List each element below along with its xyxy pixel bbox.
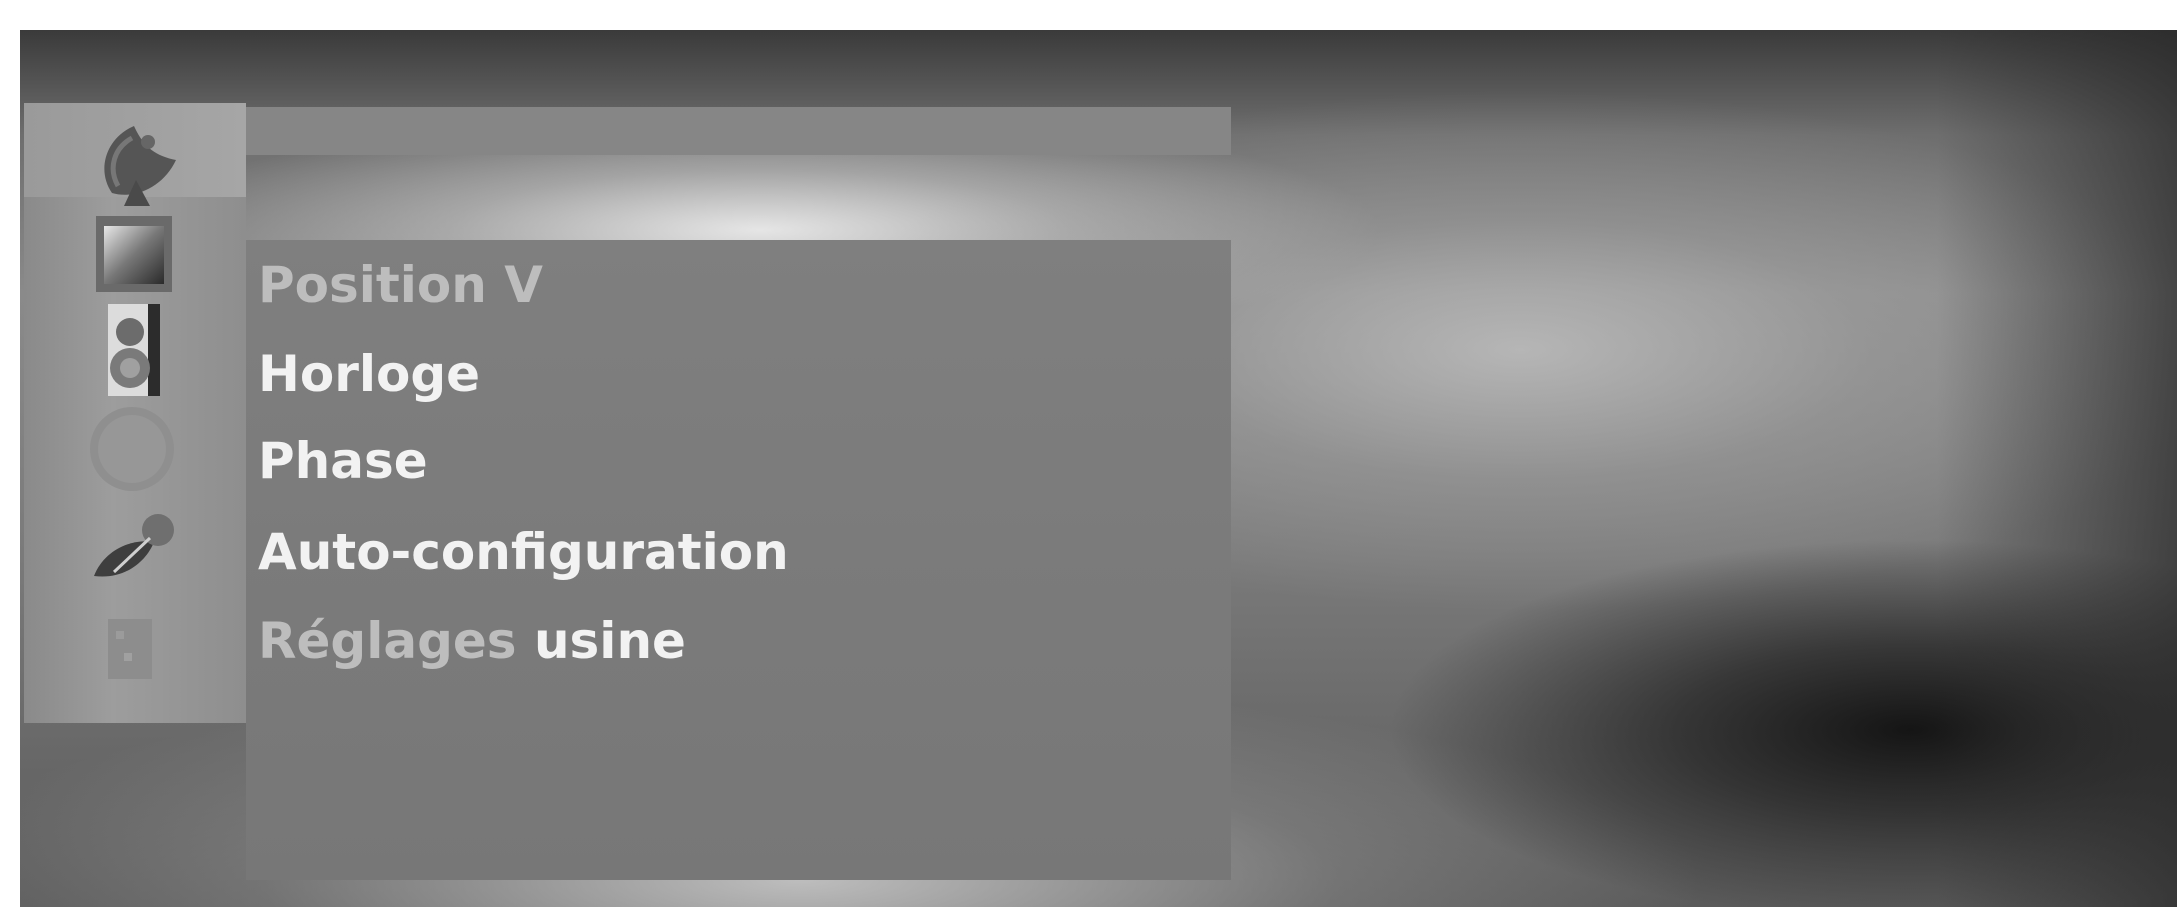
menu-item-phase[interactable]: Phase <box>258 426 428 496</box>
menu-item-usine-label: usine <box>516 612 686 670</box>
menu-item-reglages-usine[interactable]: Réglages usine <box>258 606 686 676</box>
menu-panel: Position V Horloge Phase Auto-configurat… <box>246 240 1231 880</box>
menu-sidebar <box>24 103 246 723</box>
picture-icon[interactable] <box>84 206 184 306</box>
special-icon[interactable] <box>84 498 184 598</box>
menu-item-reglages-label: Réglages <box>258 612 517 670</box>
speaker-icon[interactable] <box>84 296 184 396</box>
satellite-dish-icon[interactable] <box>84 108 184 208</box>
menu-item-auto-configuration[interactable]: Auto-configuration <box>258 517 789 587</box>
tv-osd-screen: Position V Horloge Phase Auto-configurat… <box>20 30 2177 907</box>
clock-icon[interactable] <box>84 401 184 501</box>
menu-title-bar <box>246 107 1231 155</box>
screen-icon[interactable] <box>84 601 184 701</box>
menu-item-position-v[interactable]: Position V <box>258 250 543 320</box>
menu-item-horloge[interactable]: Horloge <box>258 339 480 409</box>
